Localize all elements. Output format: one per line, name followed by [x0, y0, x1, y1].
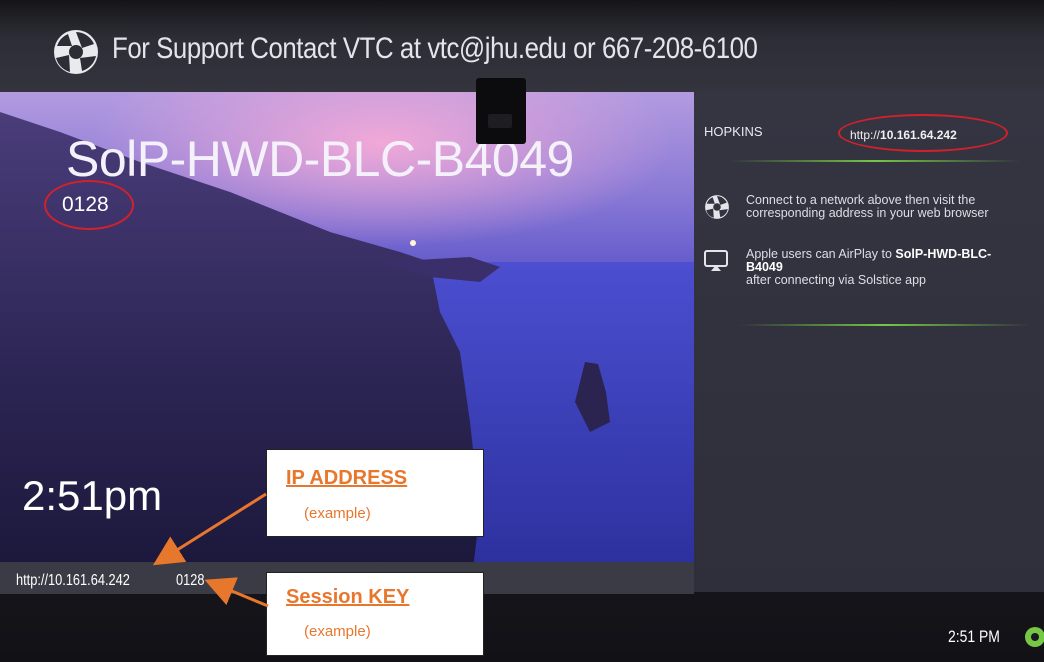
solstice-aperture-icon [705, 195, 729, 219]
divider-bottom [740, 324, 1030, 326]
webcam-device [476, 78, 526, 144]
session-key-annotation-circle [44, 180, 134, 230]
support-contact-text: For Support Contact VTC at vtc@jhu.edu o… [112, 32, 758, 65]
footer-url: http://10.161.64.242 [16, 572, 130, 589]
airplay-icon [704, 250, 728, 271]
connection-info-panel [694, 92, 1044, 592]
solstice-aperture-icon [54, 30, 98, 74]
instruction-connect-line2: corresponding address in your web browse… [746, 206, 989, 220]
system-clock: 2:51 PM [948, 627, 1000, 646]
instruction-airplay-line3: after connecting via Solstice app [746, 273, 926, 287]
instruction-airplay-prefix: Apple users can AirPlay to [746, 247, 896, 261]
instruction-airplay-name: SolP-HWD-BLC- [895, 247, 992, 261]
instruction-connect: Connect to a network above then visit th… [746, 194, 989, 220]
ip-callout-sub: (example) [304, 505, 371, 522]
ip-address-callout [266, 449, 484, 537]
ip-annotation-circle [838, 114, 1008, 152]
instruction-airplay: Apple users can AirPlay to SolP-HWD-BLC-… [746, 248, 991, 287]
instruction-airplay-name-cont: B4049 [746, 260, 783, 274]
webcam-lens [488, 114, 512, 128]
network-name: HOPKINS [704, 124, 763, 139]
divider-top [730, 160, 1020, 162]
key-callout-sub: (example) [304, 623, 371, 640]
time-large: 2:51pm [22, 472, 163, 519]
solstice-display-screen: For Support Contact VTC at vtc@jhu.edu o… [0, 0, 1044, 662]
footer-session-key: 0128 [176, 572, 205, 589]
solstice-aperture-icon[interactable] [1024, 626, 1044, 648]
session-key-callout [266, 572, 484, 656]
ip-callout-title: IP ADDRESS [286, 467, 408, 489]
key-callout-title: Session KEY [286, 586, 410, 608]
